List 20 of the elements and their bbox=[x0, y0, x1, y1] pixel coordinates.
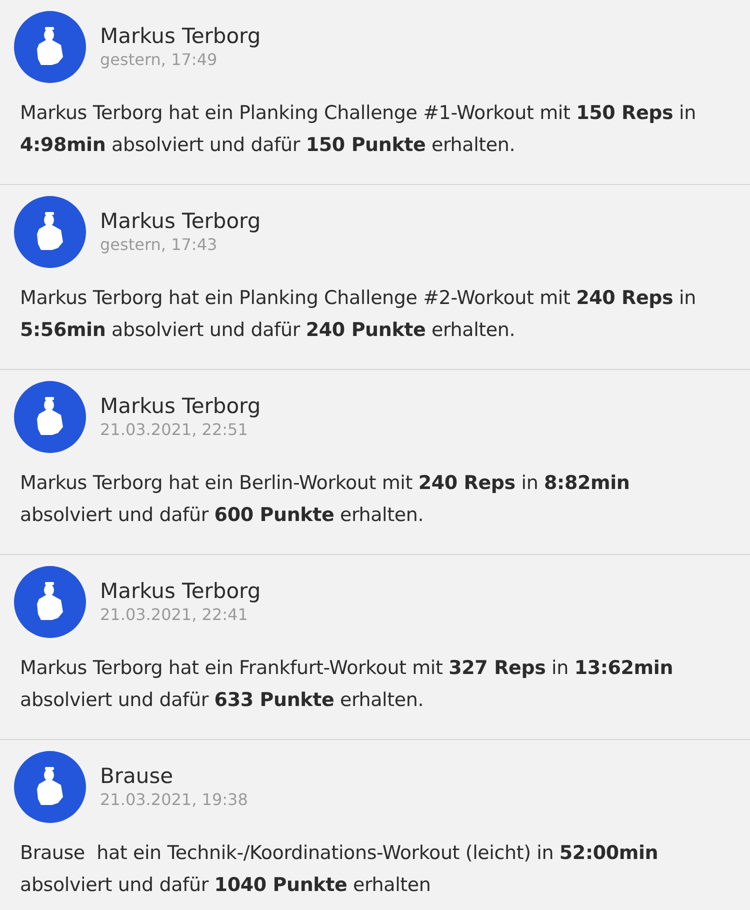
author-name: Markus Terborg bbox=[100, 23, 261, 49]
avatar-icon bbox=[14, 196, 86, 268]
author-name: Markus Terborg bbox=[100, 208, 261, 234]
avatar-icon bbox=[14, 566, 86, 638]
post-time: 21.03.2021, 22:41 bbox=[100, 604, 249, 626]
avatar-icon bbox=[14, 751, 86, 823]
author-name: Markus Terborg bbox=[100, 578, 261, 604]
post-text: Markus Terborg hat ein Frankfurt-Workout mit 327 Reps in 13:62min absolviert und dafür 633 Punkte erhalten. bbox=[20, 656, 674, 713]
author-name: Markus Terborg bbox=[100, 393, 261, 419]
post-time: 21.03.2021, 19:38 bbox=[100, 789, 248, 811]
post-text: Markus Terborg hat ein Berlin-Workout mit 240 Reps in 8:82min absolviert und dafür 600 Punkte erhalten. bbox=[20, 471, 631, 528]
avatar-icon bbox=[14, 11, 86, 83]
author-name: Brause bbox=[100, 763, 174, 789]
avatar-icon bbox=[14, 381, 86, 453]
post-time: 21.03.2021, 22:51 bbox=[100, 419, 249, 441]
post-text: Markus Terborg hat ein Planking Challenge #2-Workout mit 240 Reps in 5:56min absolviert und dafür 240 Punkte erhalten. bbox=[20, 286, 697, 343]
post-time: gestern, 17:49 bbox=[100, 49, 218, 71]
post-text: Markus Terborg hat ein Planking Challenge #1-Workout mit 150 Reps in 4:98min absolviert und dafür 150 Punkte erhalten. bbox=[20, 101, 697, 158]
post-time: gestern, 17:43 bbox=[100, 234, 218, 256]
post-text: Brause hat ein Technik-/Koordinations-Workout (leicht) in 52:00min absolviert und dafür 1040 Punkte erhalten bbox=[20, 841, 660, 898]
